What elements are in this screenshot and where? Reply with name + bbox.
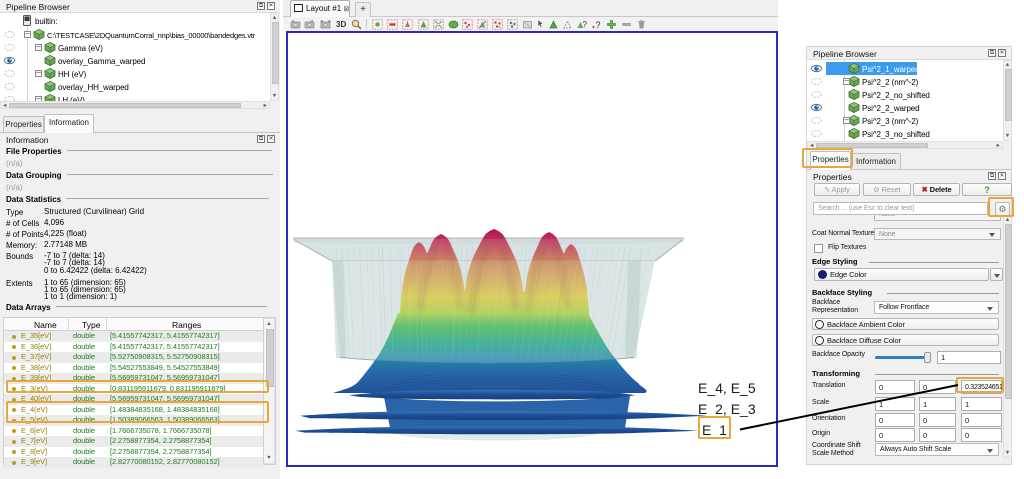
svg-text:?: ? (596, 20, 601, 30)
svg-text:?: ? (583, 20, 588, 29)
